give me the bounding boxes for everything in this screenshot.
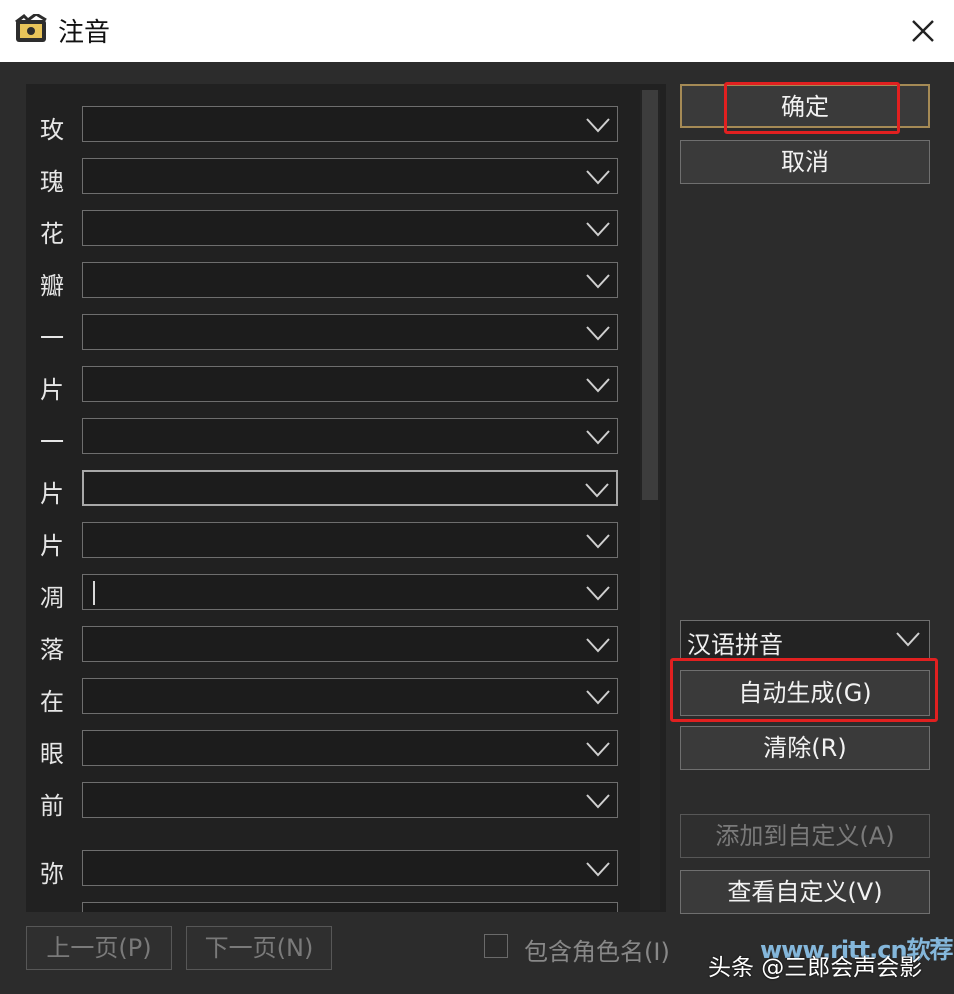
annotation-row: 一 — [26, 312, 626, 352]
phonetic-type-value: 汉语拼音 — [687, 631, 783, 659]
pinyin-combobox[interactable] — [82, 902, 618, 912]
next-page-button-label: 下一页(N) — [204, 934, 314, 962]
pinyin-combobox[interactable] — [82, 366, 618, 402]
row-character: 落 — [40, 636, 64, 664]
chevron-down-icon — [586, 638, 610, 653]
chevron-down-icon — [586, 862, 610, 877]
annotation-row: 前 — [26, 780, 626, 820]
cancel-button-label: 取消 — [781, 148, 829, 176]
highlight-auto-generate — [670, 658, 938, 722]
chevron-down-icon — [586, 534, 610, 549]
row-character: 眼 — [40, 740, 64, 768]
annotation-row: 弥 — [26, 848, 626, 888]
pinyin-combobox[interactable] — [82, 730, 618, 766]
row-character: 片 — [40, 532, 64, 560]
pinyin-combobox[interactable] — [82, 782, 618, 818]
row-character: 漫 — [40, 906, 72, 912]
window-title: 注音 — [58, 18, 111, 48]
include-role-label: 包含角色名(I) — [524, 938, 670, 966]
author-watermark: 头条 @三郎会声会影 — [708, 955, 923, 981]
row-character: 一 — [40, 428, 64, 456]
row-character: 前 — [40, 792, 64, 820]
title-bar: 注音 — [0, 0, 954, 62]
chevron-down-icon — [896, 632, 920, 647]
annotation-row: 花 — [26, 208, 626, 248]
pinyin-combobox[interactable] — [82, 262, 618, 298]
row-character: 瑰 — [40, 168, 64, 196]
annotation-row: 片 — [26, 468, 626, 508]
row-character: 弥 — [40, 860, 64, 888]
annotation-row: 凋 — [26, 572, 626, 612]
app-icon — [15, 14, 47, 42]
annotation-row: 片 — [26, 364, 626, 404]
annotation-row: 瓣 — [26, 260, 626, 300]
pinyin-combobox[interactable] — [82, 574, 618, 610]
phonetic-type-select[interactable]: 汉语拼音 — [680, 620, 930, 660]
scrollbar-thumb[interactable] — [642, 90, 658, 500]
pinyin-combobox[interactable] — [82, 158, 618, 194]
include-role-checkbox[interactable] — [484, 934, 508, 958]
annotation-row: 在 — [26, 676, 626, 716]
annotation-row: 玫 — [26, 104, 626, 144]
annotation-row: 漫 — [26, 900, 626, 912]
highlight-ok — [724, 82, 900, 134]
chevron-down-icon — [586, 378, 610, 393]
annotation-row: 落 — [26, 624, 626, 664]
chevron-down-icon — [586, 118, 610, 133]
pinyin-combobox[interactable] — [82, 626, 618, 662]
add-to-custom-button-label: 添加到自定义(A) — [715, 822, 895, 850]
pinyin-combobox[interactable] — [82, 106, 618, 142]
chevron-down-icon — [586, 430, 610, 445]
annotation-row: 片 — [26, 520, 626, 560]
chevron-down-icon — [586, 326, 610, 341]
chevron-down-icon — [586, 222, 610, 237]
pinyin-combobox[interactable] — [82, 850, 618, 886]
pinyin-combobox[interactable] — [82, 210, 618, 246]
chevron-down-icon — [586, 586, 610, 601]
chevron-down-icon — [586, 274, 610, 289]
row-character: 片 — [40, 376, 64, 404]
list-scrollbar[interactable] — [640, 90, 660, 910]
prev-page-button-label: 上一页(P) — [46, 934, 152, 962]
chevron-down-icon — [585, 911, 611, 912]
chevron-down-icon — [585, 483, 609, 498]
clear-button[interactable]: 清除(R) — [680, 726, 930, 770]
annotation-row: 眼 — [26, 728, 626, 768]
row-character: 一 — [40, 324, 64, 352]
view-custom-button[interactable]: 查看自定义(V) — [680, 870, 930, 914]
clear-button-label: 清除(R) — [763, 734, 847, 762]
character-list: 玫瑰花瓣一片一片片凋落在眼前弥漫 — [26, 84, 666, 912]
add-to-custom-button[interactable]: 添加到自定义(A) — [680, 814, 930, 858]
text-caret — [93, 581, 95, 605]
chevron-down-icon — [586, 690, 610, 705]
close-icon — [912, 20, 934, 42]
next-page-button[interactable]: 下一页(N) — [186, 926, 332, 970]
annotation-row: 瑰 — [26, 156, 626, 196]
chevron-down-icon — [586, 794, 610, 809]
row-character: 在 — [40, 688, 64, 716]
row-character: 片 — [40, 480, 64, 508]
pinyin-combobox[interactable] — [82, 678, 618, 714]
row-character: 玫 — [40, 116, 64, 144]
row-character: 瓣 — [40, 272, 64, 300]
cancel-button[interactable]: 取消 — [680, 140, 930, 184]
chevron-down-icon — [586, 170, 610, 185]
close-button[interactable] — [892, 0, 954, 62]
pinyin-combobox[interactable] — [82, 470, 618, 506]
pinyin-combobox[interactable] — [82, 314, 618, 350]
pinyin-combobox[interactable] — [82, 522, 618, 558]
row-character: 凋 — [40, 584, 64, 612]
prev-page-button[interactable]: 上一页(P) — [26, 926, 172, 970]
view-custom-button-label: 查看自定义(V) — [727, 878, 883, 906]
annotation-row: 一 — [26, 416, 626, 456]
chevron-down-icon — [586, 742, 610, 757]
pinyin-combobox[interactable] — [82, 418, 618, 454]
row-character: 花 — [40, 220, 64, 248]
